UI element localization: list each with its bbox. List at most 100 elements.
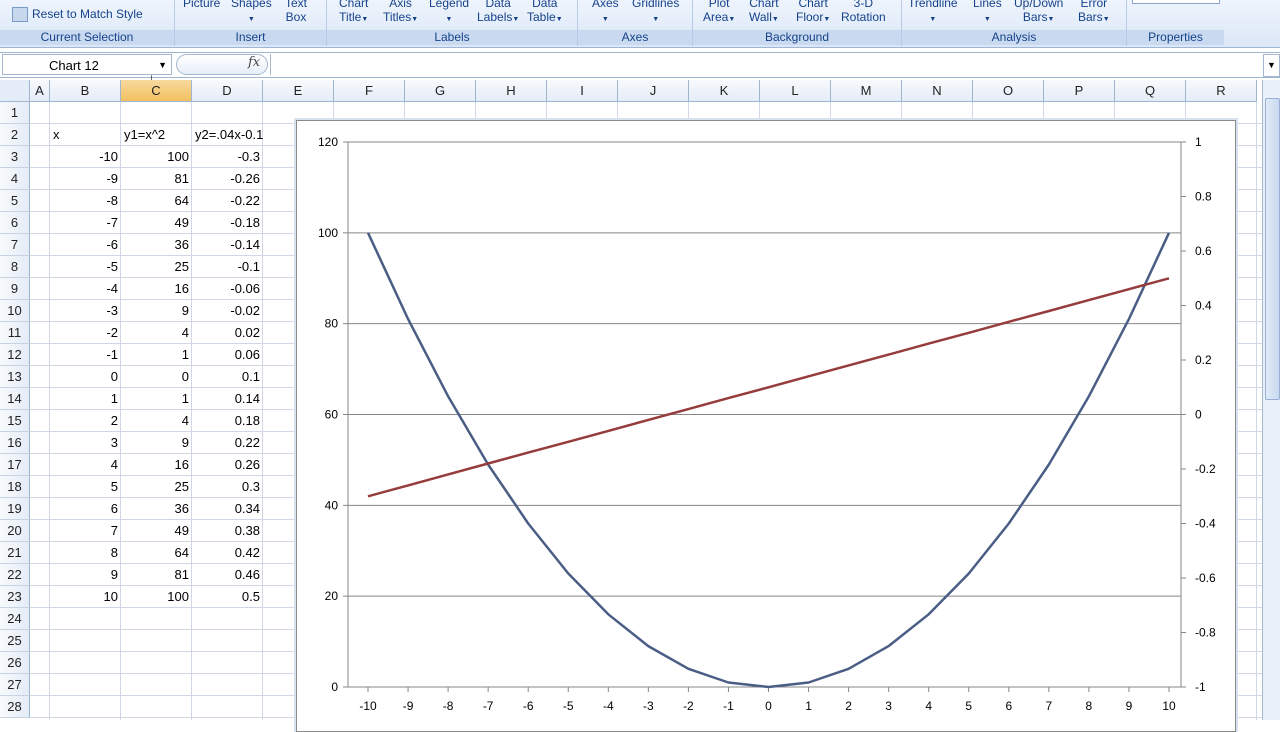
- data-table-button[interactable]: Data Table▼: [527, 0, 563, 27]
- data-cell[interactable]: -0.26: [192, 168, 263, 190]
- reset-to-match-style-button[interactable]: Reset to Match Style: [12, 7, 143, 23]
- data-cell[interactable]: -0.3: [192, 146, 263, 168]
- data-cell[interactable]: -7: [50, 212, 121, 234]
- header-cell[interactable]: y1=x^2: [121, 124, 192, 146]
- data-cell[interactable]: -8: [50, 190, 121, 212]
- column-header-k[interactable]: K: [689, 80, 760, 102]
- lines-button[interactable]: Lines ▼: [973, 0, 1002, 27]
- picture-button[interactable]: Picture: [183, 0, 220, 10]
- data-cell[interactable]: 9: [50, 564, 121, 586]
- data-cell[interactable]: 16: [121, 278, 192, 300]
- data-cell[interactable]: 64: [121, 542, 192, 564]
- data-cell[interactable]: 0.42: [192, 542, 263, 564]
- data-cell[interactable]: -4: [50, 278, 121, 300]
- row-header-15[interactable]: 15: [0, 410, 30, 432]
- column-header-l[interactable]: L: [760, 80, 831, 102]
- column-header-r[interactable]: R: [1186, 80, 1257, 102]
- data-cell[interactable]: -0.22: [192, 190, 263, 212]
- formula-input[interactable]: [270, 54, 1261, 75]
- embedded-chart[interactable]: 0 20 40 60 80 100 120 -1 -0.8 -0.6 -0.4 -0.2 0 0.2 0.4…: [296, 120, 1236, 732]
- row-header-4[interactable]: 4: [0, 168, 30, 190]
- row-header-5[interactable]: 5: [0, 190, 30, 212]
- column-header-q[interactable]: Q: [1115, 80, 1186, 102]
- expand-formula-bar-icon[interactable]: ▼: [1263, 54, 1280, 77]
- data-cell[interactable]: 7: [50, 520, 121, 542]
- data-cell[interactable]: 0.14: [192, 388, 263, 410]
- data-cell[interactable]: 81: [121, 564, 192, 586]
- data-cell[interactable]: 25: [121, 476, 192, 498]
- data-cell[interactable]: 0.46: [192, 564, 263, 586]
- chart-name-field[interactable]: [1132, 0, 1220, 4]
- data-cell[interactable]: 9: [121, 300, 192, 322]
- data-cell[interactable]: -6: [50, 234, 121, 256]
- data-cell[interactable]: -2: [50, 322, 121, 344]
- data-cell[interactable]: -0.06: [192, 278, 263, 300]
- row-header-19[interactable]: 19: [0, 498, 30, 520]
- data-cell[interactable]: 0.38: [192, 520, 263, 542]
- data-cell[interactable]: -5: [50, 256, 121, 278]
- data-cell[interactable]: 3: [50, 432, 121, 454]
- row-header-22[interactable]: 22: [0, 564, 30, 586]
- data-labels-button[interactable]: Data Labels▼: [477, 0, 519, 27]
- insert-function-icon[interactable]: fx: [248, 55, 260, 70]
- data-cell[interactable]: -9: [50, 168, 121, 190]
- data-cell[interactable]: 5: [50, 476, 121, 498]
- data-cell[interactable]: -10: [50, 146, 121, 168]
- data-cell[interactable]: 1: [50, 388, 121, 410]
- data-cell[interactable]: 0.18: [192, 410, 263, 432]
- text-box-button[interactable]: Text Box: [285, 0, 307, 24]
- data-cell[interactable]: 81: [121, 168, 192, 190]
- data-cell[interactable]: 0: [50, 366, 121, 388]
- data-cell[interactable]: 9: [121, 432, 192, 454]
- row-header-13[interactable]: 13: [0, 366, 30, 388]
- data-cell[interactable]: 16: [121, 454, 192, 476]
- error-bars-button[interactable]: Error Bars▼: [1078, 0, 1110, 27]
- data-cell[interactable]: -0.14: [192, 234, 263, 256]
- row-header-21[interactable]: 21: [0, 542, 30, 564]
- column-header-f[interactable]: F: [334, 80, 405, 102]
- chart-wall-button[interactable]: Chart Wall▼: [749, 0, 779, 27]
- row-header-26[interactable]: 26: [0, 652, 30, 674]
- row-header-17[interactable]: 17: [0, 454, 30, 476]
- row-header-24[interactable]: 24: [0, 608, 30, 630]
- vertical-scrollbar[interactable]: [1262, 80, 1280, 720]
- data-cell[interactable]: 0.22: [192, 432, 263, 454]
- data-cell[interactable]: 8: [50, 542, 121, 564]
- row-header-9[interactable]: 9: [0, 278, 30, 300]
- data-cell[interactable]: 0.5: [192, 586, 263, 608]
- data-cell[interactable]: 0: [121, 366, 192, 388]
- column-header-m[interactable]: M: [831, 80, 902, 102]
- data-cell[interactable]: 1: [121, 344, 192, 366]
- column-header-i[interactable]: I: [547, 80, 618, 102]
- scrollbar-thumb[interactable]: [1265, 98, 1280, 400]
- column-header-d[interactable]: D: [192, 80, 263, 102]
- trendline-button[interactable]: Trendline ▼: [908, 0, 958, 27]
- gridlines-button[interactable]: Gridlines ▼: [632, 0, 679, 27]
- data-cell[interactable]: 0.26: [192, 454, 263, 476]
- row-header-8[interactable]: 8: [0, 256, 30, 278]
- plot-area-button[interactable]: Plot Area▼: [703, 0, 735, 27]
- data-cell[interactable]: 36: [121, 498, 192, 520]
- data-cell[interactable]: -0.18: [192, 212, 263, 234]
- data-cell[interactable]: 36: [121, 234, 192, 256]
- row-header-6[interactable]: 6: [0, 212, 30, 234]
- row-header-11[interactable]: 11: [0, 322, 30, 344]
- column-header-n[interactable]: N: [902, 80, 973, 102]
- row-header-23[interactable]: 23: [0, 586, 30, 608]
- name-box[interactable]: Chart 12 ▼: [2, 54, 172, 75]
- column-header-c[interactable]: C: [121, 80, 192, 102]
- row-header-14[interactable]: 14: [0, 388, 30, 410]
- select-all-corner[interactable]: [0, 80, 30, 102]
- row-header-18[interactable]: 18: [0, 476, 30, 498]
- data-cell[interactable]: -0.1: [192, 256, 263, 278]
- data-cell[interactable]: 0.3: [192, 476, 263, 498]
- column-header-e[interactable]: E: [263, 80, 334, 102]
- data-cell[interactable]: 0.02: [192, 322, 263, 344]
- column-header-h[interactable]: H: [476, 80, 547, 102]
- axis-titles-button[interactable]: Axis Titles▼: [383, 0, 418, 27]
- data-cell[interactable]: 4: [121, 322, 192, 344]
- data-cell[interactable]: -1: [50, 344, 121, 366]
- data-cell[interactable]: 49: [121, 520, 192, 542]
- data-cell[interactable]: 64: [121, 190, 192, 212]
- data-cell[interactable]: 4: [121, 410, 192, 432]
